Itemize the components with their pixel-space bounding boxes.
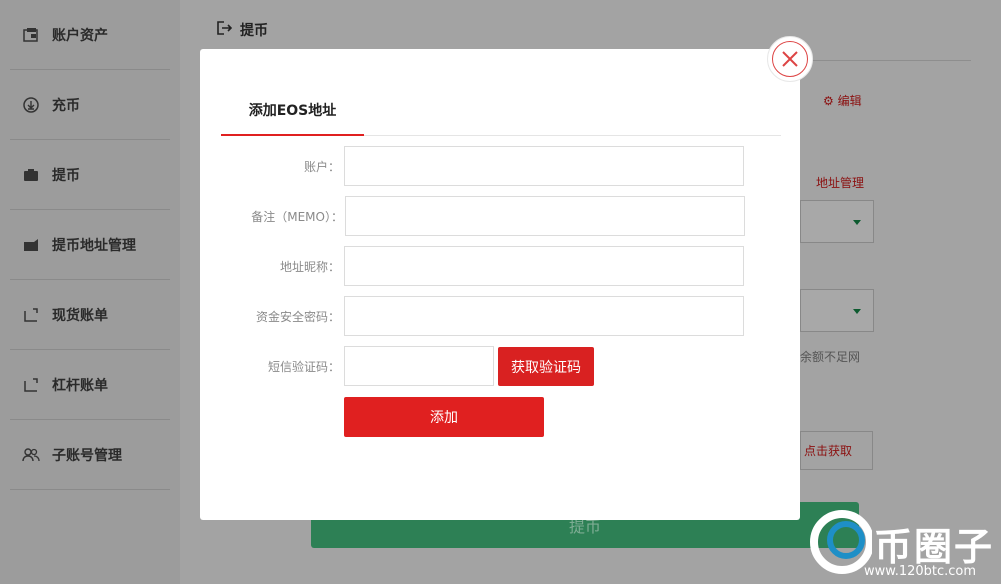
address-book-icon xyxy=(22,236,40,254)
caret-down-icon xyxy=(853,309,861,314)
add-address-modal: 添加EOS地址 账户： 备注（MEMO）： 地址昵称： 资金安全密码： 短信验证… xyxy=(200,49,800,520)
sidebar-item-sub-accounts[interactable]: 子账号管理 xyxy=(10,420,170,490)
sidebar-item-spot-bill[interactable]: 现货账单 xyxy=(10,280,170,350)
fetch-code-button[interactable]: 点击获取 xyxy=(800,431,873,470)
sidebar-item-label: 子账号管理 xyxy=(52,447,122,464)
bill-icon xyxy=(22,376,40,394)
sidebar-item-margin-bill[interactable]: 杠杆账单 xyxy=(10,350,170,420)
sidebar-item-deposit[interactable]: 充币 xyxy=(10,70,170,140)
tab-add-eos-address[interactable]: 添加EOS地址 xyxy=(221,85,364,136)
nickname-input[interactable] xyxy=(344,246,744,286)
address-manage-link[interactable]: 地址管理 xyxy=(816,174,864,191)
sidebar-item-assets[interactable]: 账户资产 xyxy=(10,0,170,70)
sidebar-item-label: 现货账单 xyxy=(52,307,108,324)
caret-down-icon xyxy=(853,220,861,225)
memo-input[interactable] xyxy=(345,196,745,236)
get-code-button[interactable]: 获取验证码 xyxy=(498,347,594,386)
memo-label: 备注（MEMO）： xyxy=(251,209,343,224)
account-input[interactable] xyxy=(344,146,744,186)
sms-code-row: 短信验证码： 获取验证码 xyxy=(200,346,800,386)
fund-password-label: 资金安全密码： xyxy=(255,309,340,324)
sidebar-item-address-manage[interactable]: 提币地址管理 xyxy=(10,210,170,280)
watermark-url: www.120btc.com xyxy=(864,564,977,579)
memo-row: 备注（MEMO）： xyxy=(200,196,800,236)
sidebar-item-label: 账户资产 xyxy=(52,27,108,44)
watermark: 币圈子 www.120btc.com xyxy=(802,500,1001,584)
page-title: 提币 xyxy=(216,20,268,40)
fund-password-row: 资金安全密码： xyxy=(200,296,800,336)
close-icon xyxy=(772,41,808,77)
users-icon xyxy=(22,446,40,464)
edit-label: 编辑 xyxy=(837,94,862,108)
watermark-text: 币圈子 xyxy=(874,525,995,569)
sidebar-item-label: 杠杆账单 xyxy=(52,377,108,394)
sidebar: 账户资产 充币 提币 提币地址管理 现货账单 杠杆账单 子账号管理 xyxy=(10,0,170,584)
balance-note: 余额不足网 xyxy=(800,350,861,364)
sidebar-item-label: 充币 xyxy=(52,97,80,114)
upload-icon xyxy=(22,166,40,184)
add-button[interactable]: 添加 xyxy=(344,397,544,437)
nickname-label: 地址昵称： xyxy=(279,259,340,274)
download-icon xyxy=(22,96,40,114)
watermark-logo-icon xyxy=(810,510,872,574)
wallet-icon xyxy=(22,26,40,44)
edit-link[interactable]: ⚙ 编辑 xyxy=(823,92,862,109)
close-button[interactable] xyxy=(767,36,813,82)
account-row: 账户： xyxy=(200,146,800,186)
modal-tab-bar: 添加EOS地址 xyxy=(221,85,781,136)
sms-code-input[interactable] xyxy=(344,346,494,386)
sidebar-item-label: 提币 xyxy=(52,167,80,184)
sidebar-item-label: 提币地址管理 xyxy=(52,237,136,254)
address-select[interactable] xyxy=(800,289,874,332)
fund-password-input[interactable] xyxy=(344,296,744,336)
nickname-row: 地址昵称： xyxy=(200,246,800,286)
bill-icon xyxy=(22,306,40,324)
page-title-text: 提币 xyxy=(240,23,268,39)
sidebar-item-withdraw[interactable]: 提币 xyxy=(10,140,170,210)
logout-icon xyxy=(216,20,233,40)
currency-select[interactable] xyxy=(800,200,874,243)
sms-code-label: 短信验证码： xyxy=(267,359,340,374)
account-label: 账户： xyxy=(303,159,340,174)
